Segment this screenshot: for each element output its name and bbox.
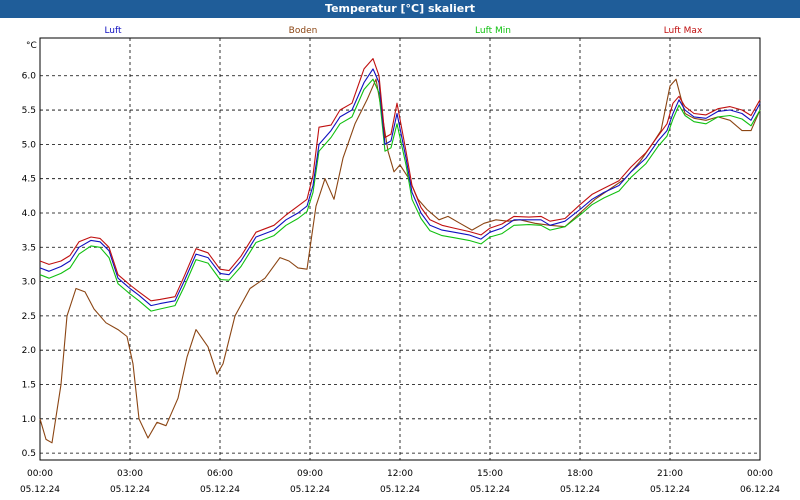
y-tick-label: 4.0 bbox=[22, 209, 37, 219]
legend-luft-min: Luft Min bbox=[475, 26, 511, 36]
temperature-chart: 6.0 5.5 5.0 4.5 4.0 3.5 3.0 2.5 2.0 1.5 1.0 0.5 00:0… bbox=[0, 0, 800, 500]
y-tick-label: 3.5 bbox=[22, 243, 36, 253]
x-tick-date: 05.12.24 bbox=[380, 485, 420, 495]
x-tick-time: 00:00 bbox=[27, 469, 53, 479]
y-tick-label: 6.0 bbox=[22, 72, 37, 82]
y-tick-label: 3.0 bbox=[22, 278, 37, 288]
x-tick-date: 05.12.24 bbox=[470, 485, 510, 495]
x-tick-time: 12:00 bbox=[387, 469, 413, 479]
x-tick-date: 06.12.24 bbox=[740, 485, 780, 495]
y-tick-label: 5.5 bbox=[22, 106, 36, 116]
x-tick-date: 05.12.24 bbox=[560, 485, 600, 495]
x-tick-time: 21:00 bbox=[657, 469, 683, 479]
y-unit-label: °C bbox=[26, 41, 37, 51]
y-tick-label: 1.5 bbox=[22, 381, 36, 391]
legend-boden: Boden bbox=[289, 26, 318, 36]
x-tick-time: 18:00 bbox=[567, 469, 593, 479]
y-tick-label: 1.0 bbox=[22, 415, 37, 425]
y-tick-label: 5.0 bbox=[22, 140, 37, 150]
x-tick-time: 15:00 bbox=[477, 469, 503, 479]
y-tick-label: 2.0 bbox=[22, 346, 37, 356]
x-tick-date: 05.12.24 bbox=[110, 485, 150, 495]
x-tick-time: 06:00 bbox=[207, 469, 233, 479]
y-tick-label: 4.5 bbox=[22, 175, 36, 185]
x-tick-date: 05.12.24 bbox=[20, 485, 60, 495]
x-tick-time: 09:00 bbox=[297, 469, 323, 479]
x-tick-date: 05.12.24 bbox=[650, 485, 690, 495]
chart-title: Temperatur [°C] skaliert bbox=[0, 0, 800, 18]
legend-luft-max: Luft Max bbox=[664, 26, 703, 36]
x-tick-time: 00:00 bbox=[747, 469, 773, 479]
y-tick-label: 2.5 bbox=[22, 312, 36, 322]
x-tick-date: 05.12.24 bbox=[290, 485, 330, 495]
x-tick-date: 05.12.24 bbox=[200, 485, 240, 495]
x-tick-time: 03:00 bbox=[117, 469, 143, 479]
y-tick-label: 0.5 bbox=[22, 449, 36, 459]
legend-luft: Luft bbox=[104, 26, 122, 36]
